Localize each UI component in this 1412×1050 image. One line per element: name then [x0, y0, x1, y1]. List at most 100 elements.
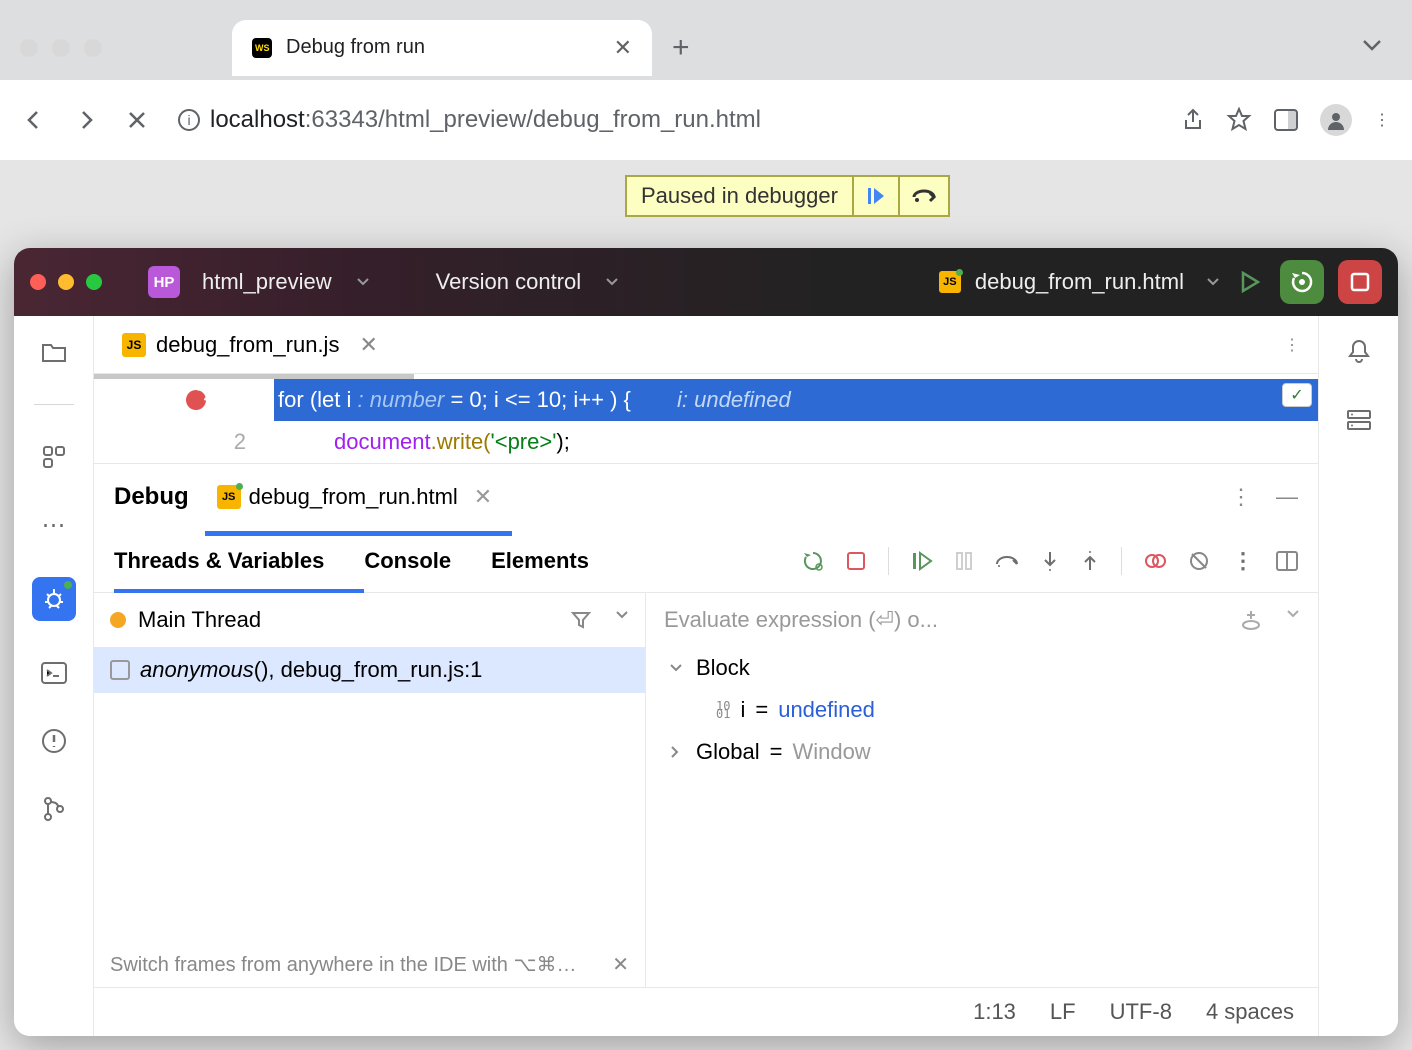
side-panel-icon[interactable] [1274, 109, 1298, 131]
stop-icon[interactable] [846, 551, 866, 571]
code-line-2[interactable]: 2 document.write('<pre>'); [94, 421, 1318, 463]
tab-close-icon[interactable]: ✕ [614, 35, 632, 61]
step-out-icon[interactable] [1081, 550, 1099, 572]
bookmark-star-icon[interactable] [1226, 107, 1252, 133]
type-hint: : number [351, 387, 444, 412]
close-tab-icon[interactable]: ✕ [359, 332, 377, 358]
terminal-tool-icon[interactable] [38, 657, 70, 689]
profile-avatar-icon[interactable] [1320, 104, 1352, 136]
code-line-1[interactable]: for (let i : number = 0; i <= 10; i++ ) … [94, 379, 1318, 421]
rerun-icon[interactable] [802, 550, 824, 572]
debug-body: Main Thread anonymous(), debug_from_run.… [94, 593, 1318, 988]
line-separator[interactable]: LF [1050, 999, 1076, 1025]
debug-toolbar: ⋮ [802, 547, 1298, 575]
runconfig-chevron-icon[interactable] [1206, 277, 1220, 287]
project-tool-icon[interactable] [38, 336, 70, 368]
step-into-icon[interactable] [1041, 550, 1059, 572]
indent-setting[interactable]: 4 spaces [1206, 999, 1294, 1025]
add-watch-icon[interactable] [1240, 609, 1262, 631]
debug-tool-icon[interactable] [32, 577, 76, 621]
run-button[interactable] [1234, 266, 1266, 298]
rerun-debug-button[interactable] [1280, 260, 1324, 304]
debug-session-name: debug_from_run.html [249, 484, 458, 510]
close-session-icon[interactable]: ✕ [474, 484, 492, 510]
window-traffic-lights [20, 39, 102, 57]
debugger-step-button[interactable] [898, 177, 948, 215]
problems-tool-icon[interactable] [38, 725, 70, 757]
ide-close-dot[interactable] [30, 274, 46, 290]
forward-button[interactable] [74, 108, 102, 132]
mute-breakpoints-icon[interactable] [1188, 550, 1210, 572]
editor-tabs-menu-icon[interactable]: ⋮ [1284, 335, 1300, 355]
window-max-dot[interactable] [84, 39, 102, 57]
file-encoding[interactable]: UTF-8 [1110, 999, 1172, 1025]
git-tool-icon[interactable] [38, 793, 70, 825]
more-tool-icon[interactable]: ⋯ [38, 509, 70, 541]
debug-settings-icon[interactable]: ⋮ [1232, 548, 1254, 574]
editor-tab-name: debug_from_run.js [156, 332, 339, 358]
resume-icon[interactable] [911, 550, 933, 572]
cursor-position[interactable]: 1:13 [973, 999, 1016, 1025]
ide-max-dot[interactable] [86, 274, 102, 290]
tab-console[interactable]: Console [364, 548, 451, 574]
pause-icon[interactable] [955, 551, 973, 571]
browser-tab[interactable]: WS Debug from run ✕ [232, 20, 652, 76]
filter-icon[interactable] [571, 610, 591, 630]
tabs-menu-chevron-icon[interactable] [1362, 38, 1382, 52]
step-over-icon[interactable] [995, 552, 1019, 570]
browser-menu-icon[interactable]: ⋮ [1374, 110, 1390, 130]
thread-header[interactable]: Main Thread [94, 593, 645, 647]
vc-chevron-icon[interactable] [605, 277, 619, 287]
chevron-down-icon[interactable] [670, 663, 686, 673]
layout-icon[interactable] [1276, 551, 1298, 571]
ide-titlebar: HP html_preview Version control JS debug… [14, 248, 1398, 316]
inspection-ok-icon[interactable]: ✓ [1282, 383, 1312, 407]
project-chevron-icon[interactable] [356, 277, 370, 287]
stop-button[interactable] [1338, 260, 1382, 304]
stack-frame[interactable]: anonymous(), debug_from_run.js:1 [94, 647, 645, 693]
project-badge: HP [148, 266, 180, 298]
thread-status-icon [110, 612, 126, 628]
var-scope-block[interactable]: Block [646, 647, 1318, 689]
frame-location: (), debug_from_run.js:1 [254, 657, 483, 682]
reload-stop-button[interactable] [126, 109, 154, 131]
tab-elements[interactable]: Elements [491, 548, 589, 574]
ide-body: ⋯ JS debug_from_run.js ✕ ⋮ [14, 316, 1398, 1036]
var-scope-global[interactable]: Global = Window [646, 731, 1318, 773]
minimize-panel-icon[interactable]: — [1276, 484, 1298, 510]
code-editor[interactable]: for (let i : number = 0; i <= 10; i++ ) … [94, 379, 1318, 463]
breakpoint-icon[interactable] [186, 390, 206, 410]
js-file-icon: JS [217, 485, 241, 509]
structure-tool-icon[interactable] [38, 441, 70, 473]
share-icon[interactable] [1182, 108, 1204, 132]
url-path: :63343/html_preview/debug_from_run.html [305, 106, 761, 133]
browser-toolbar-icons: ⋮ [1182, 104, 1390, 136]
url-field[interactable]: i localhost:63343/html_preview/debug_fro… [178, 106, 1158, 134]
view-breakpoints-icon[interactable] [1144, 550, 1166, 572]
new-tab-button[interactable]: + [672, 31, 690, 65]
debug-session-tab[interactable]: JS debug_from_run.html ✕ [209, 478, 501, 516]
variable-i[interactable]: 1001 i = undefined [646, 689, 1318, 731]
inline-value: i: undefined [677, 387, 791, 412]
database-tool-icon[interactable] [1343, 404, 1375, 436]
tab-threads-variables[interactable]: Threads & Variables [114, 548, 324, 574]
window-min-dot[interactable] [52, 39, 70, 57]
chevron-right-icon[interactable] [670, 746, 686, 758]
evaluate-expression-field[interactable]: Evaluate expression (⏎) o... [646, 593, 1318, 647]
debug-more-icon[interactable]: ⋮ [1230, 484, 1252, 510]
var-name: i [740, 697, 745, 723]
scope-block-label: Block [696, 655, 750, 681]
current-run-config[interactable]: debug_from_run.html [975, 269, 1184, 295]
vars-chevron-icon[interactable] [1286, 609, 1300, 631]
notifications-icon[interactable] [1343, 336, 1375, 368]
project-name[interactable]: html_preview [202, 269, 332, 295]
debugger-resume-button[interactable] [852, 177, 898, 215]
site-info-icon[interactable]: i [178, 109, 200, 131]
ide-min-dot[interactable] [58, 274, 74, 290]
window-close-dot[interactable] [20, 39, 38, 57]
thread-chevron-icon[interactable] [615, 610, 629, 630]
editor-tab[interactable]: JS debug_from_run.js ✕ [112, 326, 388, 364]
back-button[interactable] [22, 108, 50, 132]
version-control-menu[interactable]: Version control [436, 269, 582, 295]
dismiss-tip-icon[interactable]: ✕ [612, 952, 629, 977]
